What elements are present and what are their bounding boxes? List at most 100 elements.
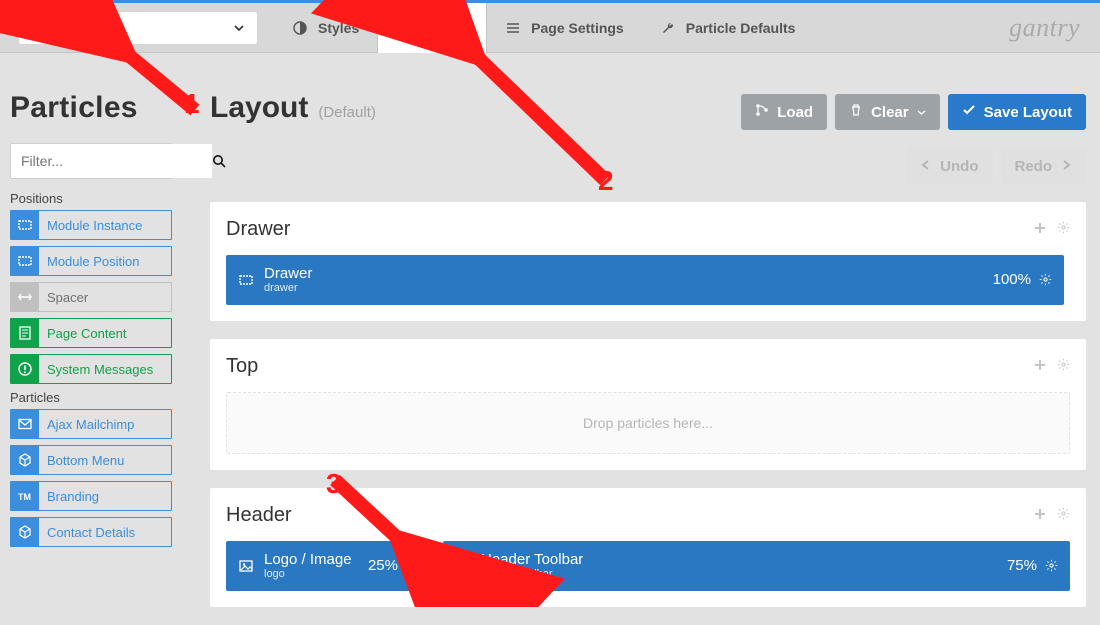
block-name: Logo / Image [264, 551, 352, 568]
redo-button[interactable]: Redo [1001, 148, 1087, 184]
particle-pill[interactable]: Contact Details [10, 517, 172, 547]
pill-label: Spacer [39, 290, 88, 305]
particle-pill[interactable]: Bottom Menu [10, 445, 172, 475]
load-button[interactable]: Load [741, 94, 827, 130]
pill-label: Module Instance [39, 218, 142, 233]
envelope-icon [11, 410, 39, 438]
block-name: Header Toolbar [481, 551, 583, 568]
pill-label: Bottom Menu [39, 453, 124, 468]
group-positions-label: Positions [10, 191, 172, 206]
block-name: Drawer [264, 265, 312, 282]
sidebar: Particles Positions Module Instance Modul… [0, 53, 182, 625]
cube-icon [455, 558, 471, 574]
check-icon [962, 103, 976, 121]
particle-pill[interactable]: Spacer [10, 282, 172, 312]
plus-icon[interactable] [1033, 221, 1047, 238]
cube-icon [11, 446, 39, 474]
tab-label: Particle Defaults [686, 20, 796, 36]
contrast-icon [292, 20, 308, 36]
plus-icon[interactable] [1033, 358, 1047, 375]
nav-tabs: Styles Layout Page Settings Particle Def… [274, 3, 813, 53]
tab-layout[interactable]: Layout [377, 3, 487, 53]
button-label: Redo [1015, 158, 1053, 175]
page-content-icon [11, 319, 39, 347]
wrench-icon [660, 20, 676, 36]
layout-block[interactable]: Drawerdrawer 100% [226, 255, 1064, 305]
tab-label: Layout [422, 20, 468, 36]
tm-icon: TM [11, 482, 39, 510]
particle-pill[interactable]: Ajax Mailchimp [10, 409, 172, 439]
save-layout-button[interactable]: Save Layout [948, 94, 1086, 130]
columns-icon [396, 20, 412, 36]
plus-icon[interactable] [1033, 507, 1047, 524]
layout-section: Top Drop particles here... [210, 339, 1086, 470]
button-label: Clear [871, 104, 909, 121]
tab-page-settings[interactable]: Page Settings [487, 3, 642, 53]
module-position-icon [11, 247, 39, 275]
tab-label: Styles [318, 20, 359, 36]
module-instance-icon [11, 211, 39, 239]
chevron-down-icon [233, 22, 245, 34]
arrow-right-icon [1060, 158, 1072, 175]
top-navbar: Base Outline Styles Layout Page Settings [0, 3, 1100, 53]
button-label: Load [777, 104, 813, 121]
pill-label: System Messages [39, 362, 153, 377]
main-area: Layout (Default) Load Clear Save Layout [182, 53, 1100, 625]
branch-icon [755, 103, 769, 121]
trash-icon [849, 103, 863, 121]
svg-text:TM: TM [18, 492, 31, 502]
outline-select[interactable]: Base Outline [18, 11, 258, 45]
filter-field[interactable] [10, 143, 172, 179]
layout-section: Header Logo / Imagelogo 25% Header Toolbarh… [210, 488, 1086, 607]
tab-label: Page Settings [531, 20, 624, 36]
outline-select-label: Base Outline [31, 19, 123, 36]
layout-section: DrawerDrawerdrawer100% [210, 202, 1086, 321]
tab-styles[interactable]: Styles [274, 3, 377, 53]
brand-logo: gantry [1009, 13, 1080, 43]
block-pct: 75% [1007, 557, 1037, 574]
clear-button[interactable]: Clear [835, 94, 940, 130]
gear-icon[interactable] [1039, 273, 1052, 286]
section-title: Drawer [226, 218, 290, 241]
image-icon [238, 558, 254, 574]
block-sub: logo [264, 568, 352, 581]
dropzone[interactable]: Drop particles here... [226, 392, 1070, 454]
page-title: Layout [210, 91, 308, 125]
gear-icon[interactable] [406, 559, 419, 572]
chevron-down-icon [917, 108, 926, 117]
particle-pill[interactable]: Module Instance [10, 210, 172, 240]
undo-button[interactable]: Undo [906, 148, 992, 184]
list-icon [505, 20, 521, 36]
pill-label: Page Content [39, 326, 127, 341]
block-sub: drawer [264, 282, 312, 295]
system-messages-icon [11, 355, 39, 383]
particle-pill[interactable]: TM Branding [10, 481, 172, 511]
cube-icon [11, 518, 39, 546]
pill-label: Ajax Mailchimp [39, 417, 134, 432]
page-subtitle: (Default) [318, 104, 376, 121]
particle-pill[interactable]: Module Position [10, 246, 172, 276]
button-label: Undo [940, 158, 978, 175]
gear-icon[interactable] [1057, 507, 1070, 524]
particle-pill[interactable]: System Messages [10, 354, 172, 384]
block-pct: 100% [993, 271, 1031, 288]
sidebar-heading: Particles [10, 91, 172, 125]
pill-label: Contact Details [39, 525, 135, 540]
gear-icon[interactable] [1057, 221, 1070, 238]
layout-block[interactable]: Header Toolbarheader-toolbar75% [443, 541, 1070, 591]
group-particles-label: Particles [10, 390, 172, 405]
tab-particle-defaults[interactable]: Particle Defaults [642, 3, 814, 53]
section-title: Top [226, 355, 258, 378]
pill-label: Branding [39, 489, 99, 504]
particle-pill[interactable]: Page Content [10, 318, 172, 348]
section-title: Header [226, 504, 292, 527]
spacer-icon [11, 283, 39, 311]
gear-icon[interactable] [1057, 358, 1070, 375]
pill-label: Module Position [39, 254, 140, 269]
layout-block[interactable]: Logo / Imagelogo 25% [226, 541, 431, 591]
module-position-icon [238, 272, 254, 288]
arrow-left-icon [920, 158, 932, 175]
block-pct: 25% [368, 557, 398, 574]
button-label: Save Layout [984, 104, 1072, 121]
gear-icon[interactable] [1045, 559, 1058, 572]
